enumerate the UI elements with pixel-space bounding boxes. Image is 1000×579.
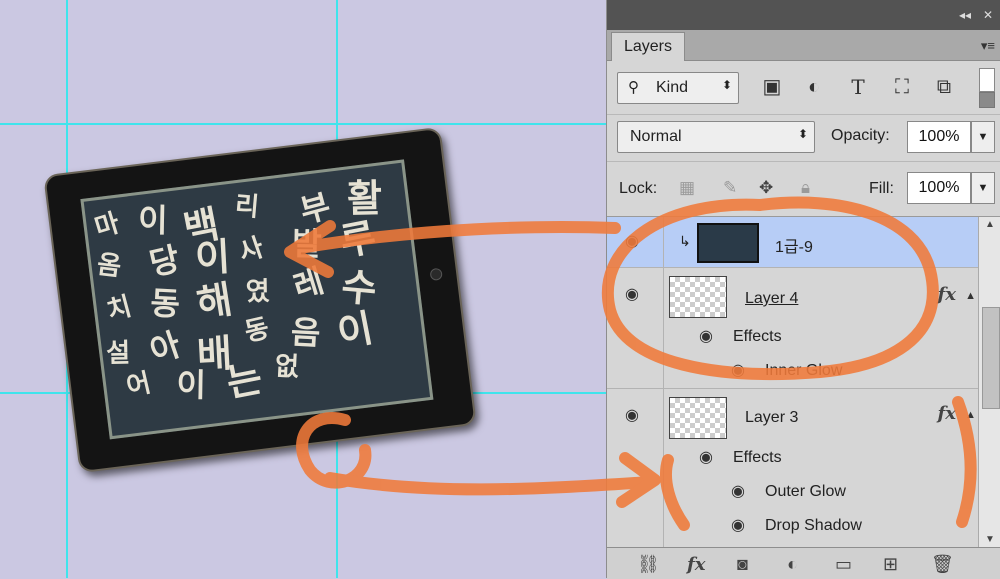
effect-outer-glow[interactable]: Outer Glow bbox=[765, 483, 846, 501]
screen-glyph: 옴 bbox=[95, 249, 123, 283]
eye-icon[interactable]: ◉ bbox=[731, 484, 753, 500]
layer-row[interactable]: ◉ Layer 3 fx ▲ ◉ Effects ◉ Outer Glow ◉ … bbox=[607, 389, 978, 547]
layer-thumbnail bbox=[669, 397, 727, 439]
eye-icon[interactable]: ◉ bbox=[625, 287, 647, 303]
eye-icon[interactable]: ◉ bbox=[731, 363, 753, 379]
scroll-up-icon[interactable]: ▲ bbox=[985, 219, 995, 230]
screen-glyph: 사 bbox=[235, 232, 268, 269]
tablet-screen: 마이백리부활옴당이사발루치동해였레수설아배동음이어이는없 bbox=[80, 159, 434, 440]
trash-icon[interactable]: 🗑︎ bbox=[931, 554, 954, 575]
eye-icon[interactable]: ◉ bbox=[699, 329, 721, 345]
screen-glyph: 이 bbox=[176, 365, 207, 405]
fx-icon[interactable]: fx bbox=[938, 403, 956, 424]
visibility-cell[interactable]: ◉ bbox=[607, 389, 664, 547]
effect-inner-glow[interactable]: Inner Glow bbox=[765, 362, 842, 380]
guide-horizontal[interactable] bbox=[0, 123, 606, 125]
screen-glyph: 레 bbox=[288, 261, 329, 307]
image-icon[interactable]: ▣ bbox=[759, 74, 785, 100]
filter-kind-label: Kind bbox=[656, 79, 689, 96]
smart-object-icon[interactable]: ⧉ bbox=[931, 74, 957, 100]
eye-icon[interactable]: ◉ bbox=[625, 234, 647, 250]
eye-icon[interactable]: ◉ bbox=[699, 450, 721, 466]
layer-row[interactable]: ◉ Layer 4 fx ▲ ◉ Effects ◉ Inner Glow bbox=[607, 268, 978, 389]
panel-bottom-toolbar: ⛓ fx ◙ ◐ ▭ ⊞ 🗑︎ bbox=[607, 547, 1000, 579]
opacity-label: Opacity: bbox=[831, 127, 890, 144]
layer-name[interactable]: Layer 4 bbox=[745, 290, 798, 308]
visibility-cell[interactable]: ◉ bbox=[607, 268, 664, 388]
group-folder-icon[interactable]: ▭ bbox=[835, 554, 852, 575]
fill-input[interactable]: 100% bbox=[907, 172, 971, 204]
document-canvas[interactable]: 마이백리부활옴당이사발루치동해였레수설아배동음이어이는없 bbox=[0, 0, 606, 578]
layer-row[interactable]: ◉ ↳ 1급-9 bbox=[607, 217, 978, 268]
eye-icon[interactable]: ◉ bbox=[625, 408, 647, 424]
eye-icon[interactable]: ◉ bbox=[731, 518, 753, 534]
expand-effects-icon[interactable]: ▲ bbox=[965, 409, 976, 421]
layers-scrollbar[interactable]: ▲ ▼ bbox=[978, 217, 1000, 547]
layer-name[interactable]: Layer 3 bbox=[745, 409, 798, 427]
screen-glyph: 였 bbox=[245, 276, 270, 308]
fill-dropdown-button[interactable]: ▼ bbox=[971, 172, 995, 204]
screen-glyph: 치 bbox=[103, 291, 135, 327]
visibility-cell[interactable]: ◉ bbox=[607, 217, 664, 267]
shape-icon[interactable]: ⛶ bbox=[889, 74, 915, 100]
effect-drop-shadow[interactable]: Drop Shadow bbox=[765, 517, 862, 535]
screen-glyph: 는 bbox=[223, 355, 266, 406]
blend-row: Normal ⬍ Opacity: 100% ▼ bbox=[607, 115, 1000, 162]
mask-icon[interactable]: ◙ bbox=[737, 554, 748, 575]
lock-row: Lock: ▦ ✎ ✥ 🔒︎ Fill: 100% ▼ bbox=[607, 162, 1000, 217]
screen-glyph: 동 bbox=[241, 313, 272, 348]
layers-panel: ◂◂ ✕ Layers ▾≡ ⚲ Kind ⬍ ▣ ◐ T ⛶ ⧉ Normal… bbox=[606, 0, 1000, 579]
lock-position-icon[interactable]: ✥ bbox=[759, 178, 773, 198]
screen-glyph: 리 bbox=[233, 190, 261, 223]
opacity-dropdown-button[interactable]: ▼ bbox=[971, 121, 995, 153]
lock-pixels-icon[interactable]: ✎ bbox=[723, 178, 737, 198]
clipping-arrow-icon: ↳ bbox=[679, 233, 691, 249]
fill-label: Fill: bbox=[869, 180, 894, 197]
screen-glyph: 당 bbox=[145, 239, 184, 284]
layers-list: ◉ ↳ 1급-9 ◉ Layer 4 fx ▲ ◉ Effects ◉ Inne… bbox=[607, 217, 978, 547]
fx-icon[interactable]: fx bbox=[687, 554, 705, 575]
blend-mode-select[interactable]: Normal ⬍ bbox=[617, 121, 815, 153]
effects-label: Effects bbox=[733, 328, 782, 345]
collapse-panel-icon[interactable]: ◂◂ bbox=[959, 8, 971, 22]
screen-glyph: 어 bbox=[123, 368, 154, 403]
opacity-input[interactable]: 100% bbox=[907, 121, 971, 153]
filter-row: ⚲ Kind ⬍ ▣ ◐ T ⛶ ⧉ bbox=[607, 60, 1000, 115]
lock-transparent-icon[interactable]: ▦ bbox=[679, 178, 695, 198]
search-icon: ⚲ bbox=[628, 79, 639, 96]
scroll-thumb[interactable] bbox=[982, 307, 1000, 409]
tab-layers[interactable]: Layers bbox=[611, 32, 685, 61]
panel-title-strip: ◂◂ ✕ bbox=[607, 0, 1000, 30]
effects-label: Effects bbox=[733, 449, 782, 466]
tablet-image: 마이백리부활옴당이사발루치동해였레수설아배동음이어이는없 bbox=[43, 126, 477, 474]
adjustment-layer-icon[interactable]: ◐ bbox=[787, 554, 798, 575]
link-icon[interactable]: ⛓ bbox=[637, 554, 660, 575]
layer-thumbnail bbox=[669, 276, 727, 318]
new-layer-icon[interactable]: ⊞ bbox=[883, 554, 898, 575]
panel-tab-row: Layers ▾≡ bbox=[607, 30, 1000, 61]
lock-label: Lock: bbox=[619, 180, 658, 197]
type-icon[interactable]: T bbox=[845, 74, 871, 100]
blend-mode-label: Normal bbox=[630, 128, 682, 145]
filter-kind-select[interactable]: ⚲ Kind ⬍ bbox=[617, 72, 739, 104]
screen-glyph: 동 bbox=[149, 283, 181, 324]
stepper-arrows-icon: ⬍ bbox=[721, 78, 732, 92]
screen-glyph: 설 bbox=[105, 338, 131, 369]
stepper-arrows-icon: ⬍ bbox=[797, 127, 808, 141]
layer-thumbnail bbox=[697, 223, 759, 263]
layer-name[interactable]: 1급-9 bbox=[775, 233, 813, 257]
screen-glyph: 없 bbox=[274, 351, 300, 383]
filter-toggle[interactable] bbox=[979, 68, 995, 108]
scroll-down-icon[interactable]: ▼ bbox=[985, 534, 995, 545]
lock-all-icon[interactable]: 🔒︎ bbox=[801, 178, 810, 198]
screen-glyph: 마 bbox=[91, 208, 124, 244]
close-icon[interactable]: ✕ bbox=[983, 8, 993, 22]
adjustment-icon[interactable]: ◐ bbox=[801, 74, 827, 100]
panel-menu-icon[interactable]: ▾≡ bbox=[981, 38, 995, 54]
fx-icon[interactable]: fx bbox=[938, 284, 956, 305]
expand-effects-icon[interactable]: ▲ bbox=[965, 290, 976, 302]
